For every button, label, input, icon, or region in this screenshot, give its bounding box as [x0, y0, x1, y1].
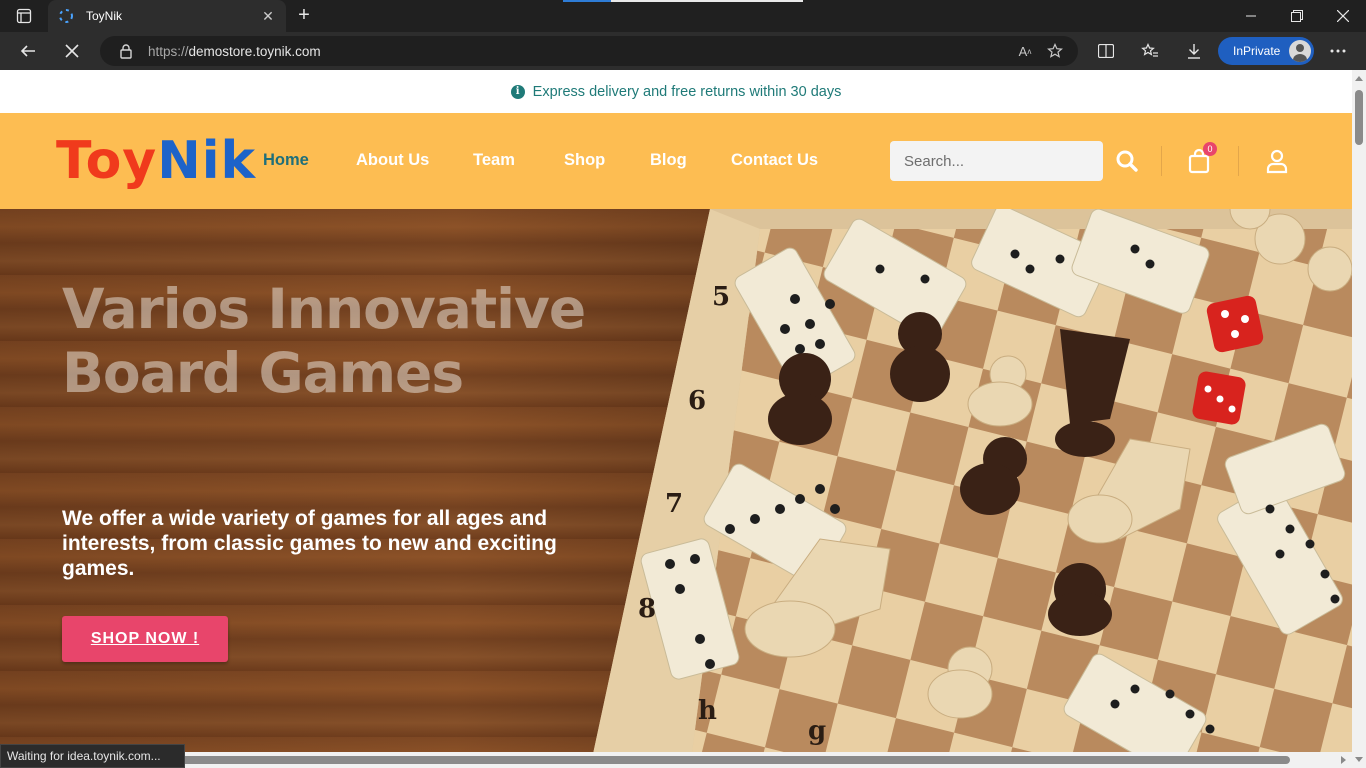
- close-window-button[interactable]: [1320, 0, 1366, 32]
- board-label: 5: [712, 282, 730, 312]
- board-label: 6: [688, 386, 706, 416]
- search-icon[interactable]: [1112, 146, 1142, 176]
- stop-loading-icon[interactable]: [57, 36, 87, 66]
- site-logo[interactable]: ToyNik: [56, 131, 256, 191]
- info-icon: i: [510, 84, 525, 99]
- favorite-star-icon[interactable]: [1040, 36, 1070, 66]
- split-screen-icon[interactable]: [1091, 36, 1121, 66]
- hero-title-line: Varios Innovative: [62, 277, 586, 341]
- hero-title: Varios Innovative Board Games: [62, 277, 662, 405]
- status-bar: Waiting for idea.toynik.com...: [0, 744, 185, 768]
- shop-now-button[interactable]: SHOP NOW !: [62, 616, 228, 662]
- search-input[interactable]: [890, 141, 1103, 181]
- announcement-text: Express delivery and free returns within…: [532, 83, 842, 100]
- back-icon[interactable]: [13, 36, 43, 66]
- nav-contact-us[interactable]: Contact Us: [731, 151, 818, 170]
- vertical-scrollbar[interactable]: [1352, 70, 1366, 768]
- restore-button[interactable]: [1274, 0, 1320, 32]
- page-load-progress: [563, 0, 803, 2]
- favorites-icon[interactable]: [1135, 36, 1165, 66]
- tab-close-icon[interactable]: ✕: [260, 8, 276, 25]
- minimize-button[interactable]: [1228, 0, 1274, 32]
- user-account-icon[interactable]: [1262, 146, 1292, 176]
- scrollbar-thumb[interactable]: [1355, 90, 1363, 145]
- nav-team[interactable]: Team: [473, 151, 515, 170]
- nav-shop[interactable]: Shop: [564, 151, 605, 170]
- downloads-icon[interactable]: [1179, 36, 1209, 66]
- announcement-bar: i Express delivery and free returns with…: [0, 70, 1352, 113]
- address-bar[interactable]: https://demostore.toynik.com Aʌ: [100, 36, 1078, 66]
- status-text: Waiting for idea.toynik.com...: [7, 749, 161, 763]
- cart-count-badge: 0: [1203, 142, 1217, 156]
- scroll-down-arrow-icon[interactable]: [1355, 757, 1363, 762]
- header-divider: [1161, 146, 1162, 176]
- board-label: h: [698, 696, 717, 726]
- more-menu-icon[interactable]: [1323, 36, 1353, 66]
- browser-tab-bar: ToyNik ✕ +: [0, 0, 1366, 32]
- nav-about-us[interactable]: About Us: [356, 151, 429, 170]
- browser-tab[interactable]: ToyNik ✕: [48, 0, 286, 32]
- scrollbar-thumb[interactable]: [168, 756, 1290, 764]
- url-text[interactable]: https://demostore.toynik.com: [148, 44, 1010, 59]
- tab-actions-icon[interactable]: [14, 6, 34, 26]
- hero-title-line: Board Games: [62, 341, 464, 405]
- board-label: g: [808, 716, 826, 746]
- scroll-right-arrow-icon[interactable]: [1341, 756, 1346, 764]
- inprivate-button[interactable]: InPrivate: [1218, 37, 1314, 65]
- new-tab-button[interactable]: +: [294, 5, 314, 26]
- web-page: i Express delivery and free returns with…: [0, 70, 1352, 768]
- read-aloud-icon[interactable]: Aʌ: [1010, 36, 1040, 66]
- profile-avatar-icon: [1289, 40, 1311, 62]
- tab-title: ToyNik: [86, 9, 123, 23]
- site-header: ToyNik Home About Us Team Shop Blog Cont…: [0, 113, 1352, 209]
- loading-spinner-icon: [59, 9, 73, 23]
- board-label: 7: [665, 489, 683, 519]
- header-divider: [1238, 146, 1239, 176]
- scroll-up-arrow-icon[interactable]: [1355, 76, 1363, 81]
- horizontal-scrollbar[interactable]: [0, 752, 1352, 768]
- inprivate-label: InPrivate: [1233, 44, 1281, 58]
- lock-icon[interactable]: [118, 43, 134, 59]
- hero-subtitle: We offer a wide variety of games for all…: [62, 507, 557, 580]
- hero-banner: 5 6 7 8 h g Varios Innovative Board Game…: [0, 209, 1352, 768]
- browser-toolbar: https://demostore.toynik.com Aʌ InPrivat…: [0, 32, 1366, 70]
- nav-blog[interactable]: Blog: [650, 151, 687, 170]
- board-label: 8: [638, 594, 656, 624]
- nav-home[interactable]: Home: [263, 151, 309, 170]
- chess-dominoes-image: 5 6 7 8 h g: [590, 209, 1352, 768]
